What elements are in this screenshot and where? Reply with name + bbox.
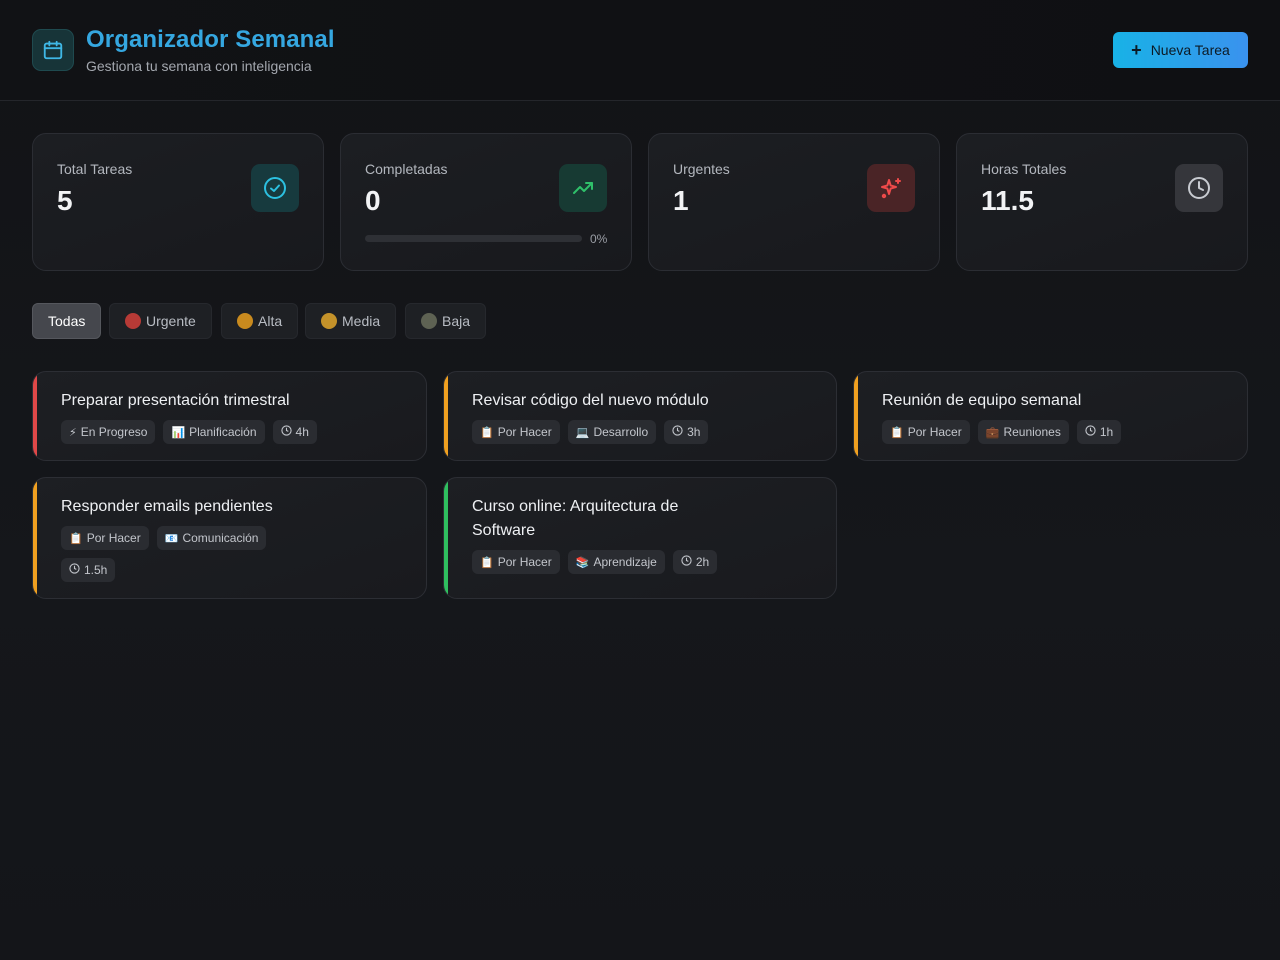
task-card[interactable]: Responder emails pendientes 📋 Por Hacer 📧… bbox=[32, 477, 427, 599]
clock-icon bbox=[280, 425, 292, 439]
priority-bar bbox=[33, 372, 37, 460]
stat-value: 11.5 bbox=[981, 185, 1034, 216]
priority-dot-icon bbox=[421, 313, 437, 329]
stat-value: 0 bbox=[365, 185, 381, 216]
stat-card-urgent: Urgentes 1 bbox=[648, 133, 940, 271]
filter-media[interactable]: Media bbox=[305, 303, 397, 339]
clock-icon bbox=[69, 563, 80, 577]
app-header: Organizador Semanal Gestiona tu semana c… bbox=[0, 0, 1280, 101]
stat-card-completed: Completadas 0 0% bbox=[340, 133, 632, 271]
laptop-icon: 💻 bbox=[575, 426, 590, 439]
task-card[interactable]: Revisar código del nuevo módulo 📋 Por Hac… bbox=[443, 371, 837, 461]
status-badge: 📋 Por Hacer bbox=[472, 550, 560, 574]
priority-dot-icon bbox=[321, 313, 337, 329]
priority-bar bbox=[33, 478, 37, 598]
task-title: Curso online: Arquitectura de Software bbox=[472, 498, 679, 539]
task-title: Revisar código del nuevo módulo bbox=[472, 392, 709, 409]
plus-icon: + bbox=[1131, 40, 1142, 60]
category-badge: 💼 Reuniones bbox=[977, 420, 1069, 444]
priority-bar bbox=[854, 372, 858, 460]
category-badge: 💻 Desarrollo bbox=[567, 420, 657, 444]
stat-label: Total Tareas bbox=[57, 161, 133, 177]
check-circle-icon bbox=[251, 164, 299, 212]
clipboard-icon: 📋 bbox=[480, 426, 494, 439]
filter-label: Alta bbox=[258, 313, 283, 329]
stat-value: 1 bbox=[673, 185, 689, 216]
chart-icon: 📊 bbox=[171, 426, 186, 439]
calendar-icon bbox=[32, 29, 74, 71]
filter-urgente[interactable]: Urgente bbox=[109, 303, 212, 339]
completion-progress-bar bbox=[365, 235, 582, 242]
filter-alta[interactable]: Alta bbox=[221, 303, 299, 339]
email-icon: 📧 bbox=[164, 532, 179, 545]
clock-icon bbox=[672, 425, 683, 439]
clipboard-icon: 📋 bbox=[480, 556, 494, 569]
task-title: Reunión de equipo semanal bbox=[882, 392, 1082, 409]
hours-badge: 4h bbox=[272, 420, 317, 444]
priority-bar bbox=[444, 372, 448, 460]
stat-value: 5 bbox=[57, 185, 73, 216]
priority-dot-icon bbox=[237, 313, 253, 329]
new-task-button[interactable]: + Nueva Tarea bbox=[1113, 32, 1248, 68]
task-card[interactable]: Curso online: Arquitectura de Software 📋… bbox=[443, 477, 837, 599]
status-badge: ⚡ En Progreso bbox=[61, 420, 156, 444]
stat-label: Horas Totales bbox=[981, 161, 1067, 177]
priority-bar bbox=[444, 478, 448, 598]
status-badge: 📋 Por Hacer bbox=[61, 526, 149, 550]
clipboard-icon: 📋 bbox=[890, 426, 904, 439]
page-title: Organizador Semanal bbox=[86, 26, 335, 53]
hours-badge: 1.5h bbox=[61, 558, 116, 582]
hours-badge: 1h bbox=[1076, 420, 1122, 444]
category-badge: 📧 Comunicación bbox=[156, 526, 267, 550]
status-badge: 📋 Por Hacer bbox=[472, 420, 560, 444]
category-badge: 📚 Aprendizaje bbox=[567, 550, 665, 574]
stat-card-hours: Horas Totales 11.5 bbox=[956, 133, 1248, 271]
new-task-label: Nueva Tarea bbox=[1150, 42, 1230, 58]
briefcase-icon: 💼 bbox=[985, 426, 1000, 439]
task-title: Responder emails pendientes bbox=[61, 498, 273, 515]
task-card[interactable]: Preparar presentación trimestral ⚡ En Pro… bbox=[32, 371, 427, 461]
status-badge: 📋 Por Hacer bbox=[882, 420, 970, 444]
priority-dot-icon bbox=[125, 313, 141, 329]
task-card[interactable]: Reunión de equipo semanal 📋 Por Hacer 💼 Re… bbox=[853, 371, 1248, 461]
stat-label: Completadas bbox=[365, 161, 448, 177]
clock-icon bbox=[681, 555, 692, 569]
filter-label: Baja bbox=[442, 313, 471, 329]
filter-label: Urgente bbox=[146, 313, 196, 329]
hours-badge: 3h bbox=[664, 420, 709, 444]
filter-baja[interactable]: Baja bbox=[405, 303, 487, 339]
books-icon: 📚 bbox=[575, 556, 590, 569]
clock-icon bbox=[1175, 164, 1223, 212]
page-subtitle: Gestiona tu semana con inteligencia bbox=[86, 58, 312, 74]
stat-card-total: Total Tareas 5 bbox=[32, 133, 324, 271]
sparkles-icon bbox=[867, 164, 915, 212]
lightning-icon: ⚡ bbox=[69, 426, 77, 439]
task-title: Preparar presentación trimestral bbox=[61, 392, 290, 409]
filter-label: Media bbox=[342, 313, 381, 329]
trending-up-icon bbox=[559, 164, 607, 212]
filter-label: Todas bbox=[48, 313, 86, 329]
filter-todas[interactable]: Todas bbox=[32, 303, 102, 339]
progress-percent: 0% bbox=[590, 232, 608, 246]
category-badge: 📊 Planificación bbox=[163, 420, 265, 444]
stat-label: Urgentes bbox=[673, 161, 730, 177]
hours-badge: 2h bbox=[672, 550, 718, 574]
clock-icon bbox=[1085, 425, 1096, 439]
clipboard-icon: 📋 bbox=[69, 532, 83, 545]
